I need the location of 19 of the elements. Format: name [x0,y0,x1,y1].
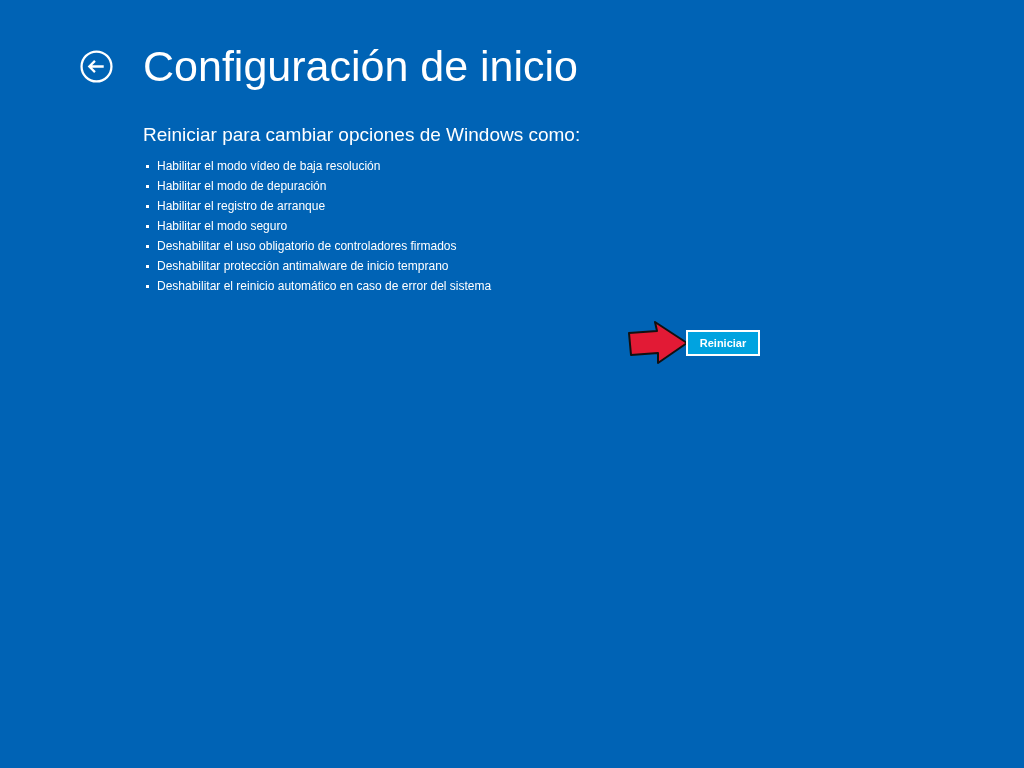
option-text: Deshabilitar el reinicio automático en caso de error del sistema [157,278,492,294]
bullet-icon [146,224,149,228]
option-text: Habilitar el registro de arranque [157,198,326,214]
bullet-icon [146,284,149,288]
restart-button[interactable]: Reiniciar [686,330,760,356]
option-text: Habilitar el modo seguro [157,218,288,234]
page-title: Configuración de inicio [143,41,579,92]
bullet-icon [146,264,149,268]
arrow-icon [627,321,689,365]
bullet-icon [146,184,149,188]
option-text: Habilitar el modo de depuración [157,178,327,194]
bullet-icon [146,204,149,208]
option-text: Deshabilitar protección antimalware de inicio temprano [157,258,449,274]
bullet-icon [146,244,149,248]
subtitle: Reiniciar para cambiar opciones de Windows como: [143,123,582,147]
back-icon[interactable] [80,49,113,83]
option-text: Deshabilitar el uso obligatorio de controladores firmados [157,238,457,254]
bullet-icon [146,164,149,168]
option-text: Habilitar el modo vídeo de baja resolución [157,158,381,174]
